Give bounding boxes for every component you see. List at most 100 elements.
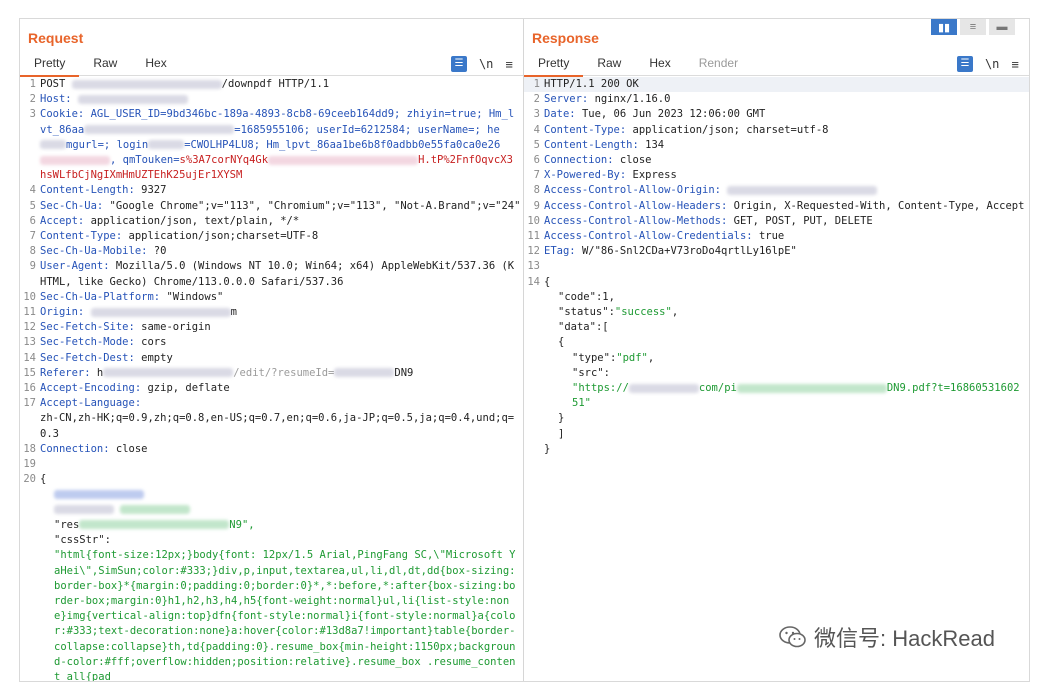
response-tab-hex[interactable]: Hex — [635, 53, 684, 75]
request-pane: Request Pretty Raw Hex ☰ \n ≡ 1 POST /do… — [20, 19, 524, 681]
response-line: 6 Connection: close — [524, 153, 1029, 168]
request-line: 2 Host: — [20, 92, 523, 107]
json-value: N9", — [229, 518, 255, 531]
request-line: 6 Accept: application/json, text/plain, … — [20, 214, 523, 229]
header-key: Access-Control-Allow-Methods: — [544, 214, 728, 227]
redacted-cookie — [84, 125, 235, 135]
request-line: "cssStr": — [20, 533, 523, 548]
request-line: "html{font-size:12px;}body{font: 12px/1.… — [20, 548, 523, 681]
redacted-url — [736, 383, 887, 393]
response-line: { — [524, 335, 1029, 350]
response-pane: Response Pretty Raw Hex Render ☰ \n ≡ 1 … — [524, 19, 1029, 681]
response-line: 8 Access-Control-Allow-Origin: — [524, 183, 1029, 198]
cookie-value: AGL_USER_ID=9bd346bc-189a-4893-8cb8-69ce… — [90, 108, 483, 121]
format-icon[interactable]: ☰ — [956, 56, 973, 72]
header-value: Origin, X-Requested-With, Content-Type, … — [733, 199, 1025, 212]
json-brace: { — [40, 473, 47, 486]
json-punct: : — [603, 366, 610, 379]
request-path: /downpdf HTTP/1.1 — [221, 78, 330, 90]
response-tab-raw[interactable]: Raw — [583, 53, 635, 75]
redacted-path — [71, 79, 222, 89]
redacted-cookie — [40, 140, 66, 150]
header-key: Sec-Fetch-Dest: — [40, 351, 135, 364]
request-tab-hex[interactable]: Hex — [131, 53, 180, 75]
response-line: "status":"success", — [524, 305, 1029, 320]
newline-toggle-button[interactable]: \n — [479, 57, 493, 71]
header-value: m — [230, 306, 237, 319]
line-number: 8 — [29, 245, 36, 258]
response-line: 7 X-Powered-By: Express — [524, 168, 1029, 183]
redacted-body — [120, 505, 191, 515]
status-line: HTTP/1.1 200 OK — [544, 78, 639, 90]
line-number: 7 — [29, 230, 36, 243]
json-value: "pdf" — [616, 351, 648, 364]
response-tab-render[interactable]: Render — [685, 53, 752, 75]
request-line: 4 Content-Length: 9327 — [20, 183, 523, 198]
request-line: "res N9", — [20, 518, 523, 533]
response-line: 1 HTTP/1.1 200 OK — [524, 77, 1029, 93]
newline-toggle-button[interactable]: \n — [985, 57, 999, 71]
cookie-value: , qmTouken= — [110, 154, 180, 167]
request-tab-pretty[interactable]: Pretty — [20, 53, 80, 77]
line-number: 9 — [533, 199, 540, 212]
header-value: close — [115, 442, 148, 455]
line-number: 6 — [29, 214, 36, 227]
request-tab-raw[interactable]: Raw — [79, 53, 131, 75]
header-value: application/json; charset=utf-8 — [632, 123, 829, 136]
response-line: "https://com/pi DN9.pdf?t=1686053160251" — [524, 381, 1029, 411]
header-value: zh-CN,zh-HK;q=0.9,zh;q=0.8,en-US;q=0.7,e… — [40, 412, 515, 440]
header-key: Date: — [544, 108, 576, 121]
header-key: Sec-Ch-Ua-Platform: — [40, 290, 161, 303]
request-editor[interactable]: 1 POST /downpdf HTTP/1.1 2 Host: 3 Cooki… — [20, 77, 523, 681]
json-value: com/pi — [698, 382, 737, 395]
header-key: Sec-Fetch-Site: — [40, 321, 135, 334]
redacted-referer — [334, 368, 395, 378]
redacted-referer — [103, 368, 234, 378]
cookie-value: =1685955106; userId=6212584; userName — [234, 123, 469, 136]
http-viewer-window: ▮▮ ≡ ▬ Request Pretty Raw Hex ☰ \n ≡ 1 P… — [19, 18, 1030, 682]
wechat-icon — [779, 626, 806, 648]
watermark: 微信号: HackRead — [778, 621, 995, 653]
response-editor[interactable]: 1 HTTP/1.1 200 OK 2 Server: nginx/1.16.0… — [524, 77, 1029, 681]
header-key: Sec-Ch-Ua-Mobile: — [40, 245, 148, 258]
line-number: 12 — [527, 245, 540, 258]
request-line: 10 Sec-Ch-Ua-Platform: "Windows" — [20, 290, 523, 305]
header-key: Referer: — [40, 366, 91, 379]
response-line: 4 Content-Type: application/json; charse… — [524, 123, 1029, 138]
header-value: cors — [141, 336, 167, 349]
header-key: Content-Type: — [40, 230, 123, 243]
response-line: 11 Access-Control-Allow-Credentials: tru… — [524, 229, 1029, 244]
json-value: :[ — [595, 321, 609, 334]
line-number: 5 — [29, 199, 36, 212]
redacted-url — [628, 383, 699, 393]
cookie-value: r1XYSM — [204, 169, 243, 182]
line-number: 3 — [533, 108, 540, 121]
header-value: application/json;charset=UTF-8 — [128, 230, 319, 243]
menu-icon[interactable]: ≡ — [505, 57, 513, 72]
line-number: 4 — [29, 184, 36, 197]
response-toolbar: ☰ \n ≡ — [956, 53, 1019, 75]
response-line: ] — [524, 427, 1029, 442]
request-line: 11 Origin: m — [20, 305, 523, 320]
json-key: "src" — [572, 366, 604, 379]
response-tab-pretty[interactable]: Pretty — [524, 53, 584, 77]
json-brace: } — [558, 412, 565, 425]
request-toolbar: ☰ \n ≡ — [450, 53, 513, 75]
json-brace: } — [544, 442, 551, 455]
css-string-value: "html{font-size:12px;}body{font: 12px/1.… — [54, 549, 516, 681]
format-icon[interactable]: ☰ — [450, 56, 467, 72]
header-value: W/"86-Snl2CDa+V73roDo4qrtlLy16lpE" — [581, 245, 797, 258]
response-line: } — [524, 442, 1029, 457]
cookie-value: =; he — [468, 123, 500, 136]
header-value: Express — [632, 169, 677, 182]
request-line: 1 POST /downpdf HTTP/1.1 — [20, 77, 523, 92]
header-key: User-Agent: — [40, 260, 110, 273]
response-line: "type":"pdf", — [524, 351, 1029, 366]
response-tabs: Pretty Raw Hex Render — [524, 53, 1029, 77]
response-line: 13 — [524, 259, 1029, 274]
line-number: 14 — [527, 275, 540, 288]
line-number: 11 — [527, 230, 540, 243]
line-number: 12 — [23, 321, 36, 334]
response-line: "data":[ — [524, 320, 1029, 335]
menu-icon[interactable]: ≡ — [1011, 57, 1019, 72]
